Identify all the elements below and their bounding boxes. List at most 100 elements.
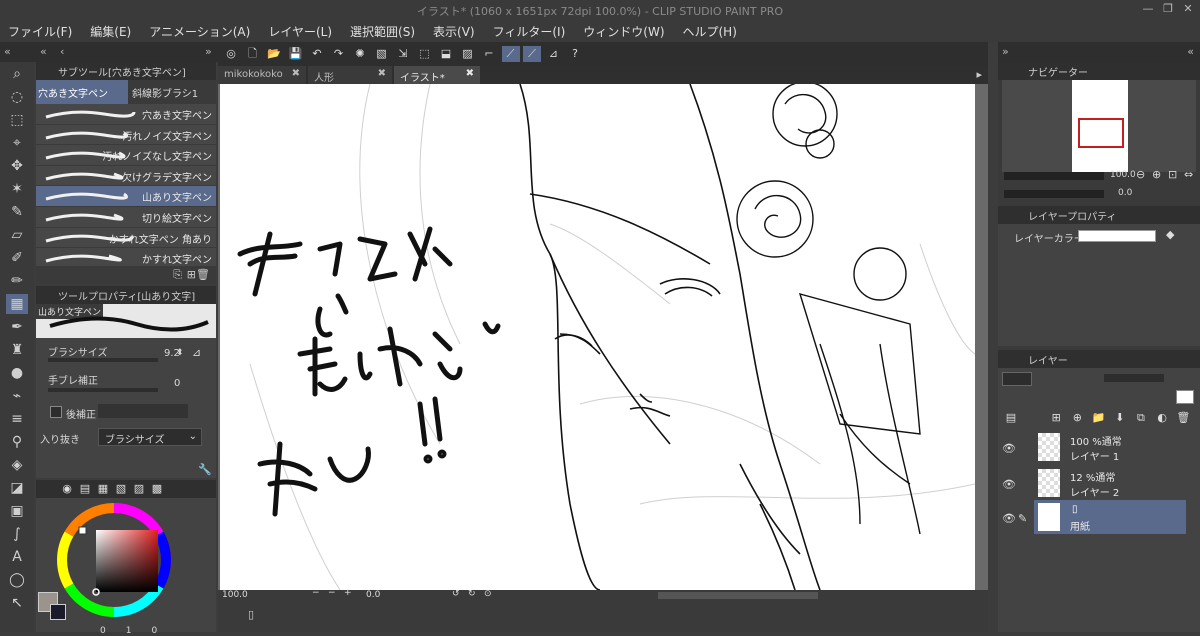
brush-size-spin-icon[interactable]: ⬍	[176, 348, 184, 358]
navigator-zoom-value[interactable]: 100.0	[1110, 170, 1136, 180]
snap-grid-icon[interactable]: ⟋	[523, 46, 541, 62]
color-tool-icon[interactable]: ●	[6, 363, 28, 383]
undo-icon[interactable]: ↶	[308, 46, 326, 62]
navigator-viewport[interactable]	[1078, 118, 1124, 148]
invert-selection-icon[interactable]: ⬓	[437, 46, 455, 62]
combine-down-icon[interactable]: ⧉	[1132, 410, 1150, 426]
eyedropper-icon[interactable]: ✎	[6, 202, 28, 222]
navigator-rotation-value[interactable]: 0.0	[1118, 188, 1132, 198]
auto-select-icon[interactable]: ⌖	[6, 133, 28, 153]
zoom-tool-icon[interactable]: ⌕	[6, 64, 28, 84]
brush-item[interactable]: かすれ文字ペン	[36, 248, 216, 266]
navigator-zoom-out-icon[interactable]: ⊖	[1136, 168, 1145, 181]
sub-color-swatch[interactable]	[50, 604, 66, 620]
navigator-flip-icon[interactable]: ⇔	[1184, 168, 1193, 181]
collapse-left-icon-2[interactable]: «	[40, 45, 47, 58]
snap-special-ruler-icon[interactable]: ⟋	[501, 46, 520, 62]
fill-tool-icon[interactable]: ◈	[6, 455, 28, 475]
figure-tool-icon[interactable]: ⌁	[6, 386, 28, 406]
save-icon[interactable]: 💾	[287, 46, 305, 62]
horizontal-scrollbar[interactable]	[658, 592, 818, 599]
pressure-icon[interactable]: ⊿	[192, 346, 201, 359]
reset-rotation-icon[interactable]: ⊙	[484, 589, 492, 599]
minimize-icon[interactable]: —	[1140, 2, 1156, 16]
transform-icon[interactable]: ⇲	[394, 46, 412, 62]
fill-icon[interactable]: ▧	[373, 46, 391, 62]
text-pen-icon[interactable]: ✒	[6, 317, 28, 337]
close-tab-icon[interactable]: ✖	[466, 68, 474, 79]
zoom-in-icon[interactable]: +	[344, 588, 352, 598]
subtool-tab-other[interactable]: 斜線影ブラシ1	[128, 80, 216, 104]
wrench-icon[interactable]: 🔧	[198, 463, 212, 476]
doc-tab-2[interactable]: 人形 ✖	[308, 66, 392, 84]
brush-item[interactable]: 穴あき文字ペン	[36, 104, 216, 125]
brush-item[interactable]: 汚れノイズなし文字ペン	[36, 145, 216, 166]
text-tool-icon[interactable]: A	[6, 547, 28, 567]
zoom-minus-icon[interactable]: −	[328, 588, 336, 598]
rotate-left-icon[interactable]: ↺	[452, 589, 460, 599]
navigator-zoom-slider[interactable]	[1004, 172, 1104, 180]
stabilization-slider[interactable]	[48, 388, 158, 392]
brush-item[interactable]: 欠けグラデ文字ペン	[36, 166, 216, 187]
brush-item[interactable]: かすれ文字ペン 角あり	[36, 228, 216, 249]
navigator-rotation-slider[interactable]	[1004, 190, 1104, 198]
layer-row[interactable]: 100 %通常 レイヤー 1	[1034, 430, 1186, 464]
brush-item[interactable]: 山あり文字ペン	[36, 186, 216, 207]
clear-icon[interactable]: ✺	[351, 46, 369, 62]
help-icon[interactable]: ?	[566, 46, 584, 62]
opacity-slider[interactable]	[1104, 374, 1164, 382]
layer-visibility-icon[interactable]: 👁	[1002, 478, 1016, 491]
redo-icon[interactable]: ↷	[330, 46, 348, 62]
delete-layer-icon[interactable]: 🗑	[1174, 410, 1192, 426]
new-vector-layer-icon[interactable]: ⊕	[1068, 410, 1086, 426]
new-folder-icon[interactable]: 📁	[1090, 410, 1108, 426]
rotation-value[interactable]: 0.0	[366, 590, 380, 600]
menu-help[interactable]: ヘルプ(H)	[683, 23, 737, 40]
tab-menu-icon[interactable]: ▸	[976, 68, 982, 81]
curve-tool-icon[interactable]: ∫	[6, 524, 28, 544]
select-tool-icon[interactable]: ⬚	[6, 110, 28, 130]
eraser-icon[interactable]: ▱	[6, 225, 28, 245]
approximate-color-tab-icon[interactable]: ▨	[130, 481, 148, 497]
doc-tab-1[interactable]: mikokokoko ✖	[218, 66, 306, 84]
layer-color-fill-icon[interactable]: ◆	[1166, 228, 1174, 241]
navigator-preview-area[interactable]	[1002, 80, 1196, 172]
color-wheel-tab-icon[interactable]: ◉	[58, 481, 76, 497]
menu-filter[interactable]: フィルター(I)	[493, 23, 566, 40]
ruler-tool-icon[interactable]: ≡	[6, 409, 28, 429]
post-correction-slider[interactable]	[98, 404, 188, 418]
chevron-left-icon[interactable]: ‹	[60, 45, 64, 58]
subtool-tab-active[interactable]: 穴あき文字ペン	[36, 80, 128, 104]
intermediate-color-tab-icon[interactable]: ▧	[112, 481, 130, 497]
menu-window[interactable]: ウィンドウ(W)	[583, 23, 664, 40]
menu-file[interactable]: ファイル(F)	[8, 23, 72, 40]
open-file-icon[interactable]: 📂	[265, 46, 283, 62]
rotate-right-icon[interactable]: ↻	[468, 589, 476, 599]
move-tool-icon[interactable]: ✥	[6, 156, 28, 176]
delete-subtool-icon[interactable]: 🗑	[196, 268, 210, 281]
layer-color-swatch[interactable]	[1078, 230, 1156, 242]
brush-item[interactable]: 汚れノイズ文字ペン	[36, 125, 216, 146]
menu-view[interactable]: 表示(V)	[433, 23, 475, 40]
layer-row-selected[interactable]: ▯ 用紙	[1034, 500, 1186, 534]
expand-icon[interactable]: »	[205, 45, 212, 58]
pencil-tool-icon[interactable]: ✏	[6, 271, 28, 291]
add-subtool-icon[interactable]: ⊞	[187, 268, 196, 281]
operation-tool-icon[interactable]: ↖	[6, 593, 28, 613]
snap-ruler-icon[interactable]: ⌐	[480, 46, 498, 62]
collapse-right-icon[interactable]: »	[1002, 45, 1009, 58]
magic-wand-icon[interactable]: ✶	[6, 179, 28, 199]
menu-layer[interactable]: レイヤー(L)	[268, 23, 332, 40]
ruler-icon[interactable]: ⊿	[545, 46, 563, 62]
balloon-tool-icon[interactable]: ◯	[6, 570, 28, 590]
navigator-fit-icon[interactable]: ⊡	[1168, 168, 1177, 181]
stamp-icon[interactable]: ♜	[6, 340, 28, 360]
transfer-down-icon[interactable]: ⬇	[1111, 410, 1129, 426]
decoration-tool-icon[interactable]: ▦	[6, 294, 28, 314]
layer-palette-icon[interactable]: ▤	[1002, 410, 1020, 426]
expand-right-icon[interactable]: «	[1187, 45, 1194, 58]
layer-row[interactable]: 12 %通常 レイヤー 2	[1034, 466, 1186, 500]
blend-mode-select[interactable]	[1002, 372, 1032, 386]
zoom-out-icon[interactable]: −	[312, 588, 320, 598]
brush-size-slider[interactable]	[48, 358, 158, 362]
